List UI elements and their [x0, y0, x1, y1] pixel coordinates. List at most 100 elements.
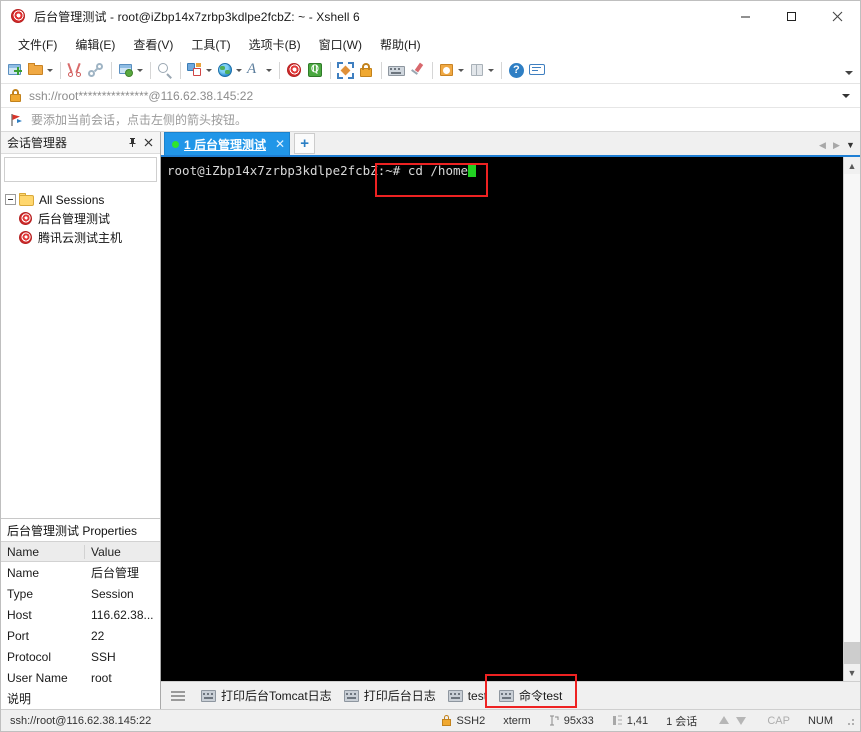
- session-icon: [19, 211, 33, 226]
- menu-view[interactable]: 查看(V): [124, 33, 182, 56]
- resize-grip-icon[interactable]: [844, 715, 856, 727]
- status-indicators: SSH2 xterm 95x33 1,41 1 会话 CAP NUM: [433, 712, 856, 730]
- keyboard-button[interactable]: [386, 58, 407, 82]
- globe-button[interactable]: [215, 58, 245, 82]
- menu-file[interactable]: 文件(F): [9, 33, 66, 56]
- menu-tools[interactable]: 工具(T): [182, 33, 239, 56]
- status-term-type[interactable]: xterm: [494, 712, 540, 730]
- layout-button[interactable]: [467, 58, 497, 82]
- cut-button[interactable]: [65, 58, 86, 82]
- toolbar-separator: [150, 61, 151, 79]
- window-title: 后台管理测试 - root@iZbp14x7zrbp3kdlpe2fcbZ: ~…: [34, 10, 360, 24]
- file-transfer-dropdown[interactable]: [204, 62, 213, 78]
- terminal-screen[interactable]: root@iZbp14x7zrbp3kdlpe2fcbZ:~# cd /home: [161, 157, 843, 681]
- table-row[interactable]: Host 116.62.38...: [1, 604, 160, 625]
- session-manager-panel: 会话管理器 All Sessions 后台管理测试 腾讯云测试主机 后台管理测试…: [1, 132, 177, 709]
- collapse-icon[interactable]: [5, 194, 16, 205]
- status-session-label: 1 会话: [666, 715, 698, 728]
- globe-dropdown[interactable]: [234, 62, 243, 78]
- toolbar-overflow-button[interactable]: [842, 60, 856, 80]
- xshell-button[interactable]: [284, 58, 305, 82]
- highlight-button[interactable]: [407, 58, 428, 82]
- table-row[interactable]: Name 后台管理: [1, 562, 160, 583]
- properties-panel: 后台管理测试 Properties Name Value Name 后台管理 T…: [1, 518, 160, 709]
- search-input[interactable]: [9, 162, 164, 177]
- session-item-0[interactable]: 后台管理测试: [1, 209, 160, 228]
- terminal-scrollbar[interactable]: ▲ ▼: [843, 157, 860, 681]
- session-tree: All Sessions 后台管理测试 腾讯云测试主机: [1, 184, 160, 518]
- layout-dropdown[interactable]: [486, 62, 495, 78]
- status-protocol-label: SSH2: [456, 714, 486, 727]
- table-row[interactable]: Protocol SSH: [1, 646, 160, 667]
- font-dropdown[interactable]: [264, 62, 273, 78]
- status-cursor-position[interactable]: 1,41: [603, 712, 657, 730]
- quick-command-3[interactable]: 命令test: [493, 685, 568, 707]
- find-button[interactable]: [155, 58, 176, 82]
- lock-button[interactable]: [356, 58, 377, 82]
- scroll-down-button[interactable]: ▼: [844, 664, 860, 681]
- quick-command-2[interactable]: test: [442, 685, 493, 707]
- file-transfer-button[interactable]: [185, 58, 215, 82]
- toolbar-separator: [381, 61, 382, 79]
- hamburger-icon[interactable]: [169, 687, 187, 705]
- status-size[interactable]: 95x33: [540, 712, 603, 730]
- session-item-1[interactable]: 腾讯云测试主机: [1, 228, 160, 247]
- tab-close-icon[interactable]: ✕: [275, 137, 285, 151]
- status-cursor-label: 1,41: [626, 714, 649, 727]
- notice-text: 要添加当前会话，点击左侧的箭头按钮。: [31, 113, 248, 127]
- status-protocol[interactable]: SSH2: [433, 712, 494, 730]
- menu-window[interactable]: 窗口(W): [310, 33, 371, 56]
- find-icon: [157, 62, 174, 79]
- property-value: 116.62.38...: [91, 607, 154, 622]
- tab-list-icon[interactable]: ▼: [844, 137, 857, 153]
- address-bar[interactable]: ssh://root***************@116.62.38.145:…: [1, 84, 860, 108]
- close-icon[interactable]: [140, 135, 156, 151]
- quick-command-0[interactable]: 打印后台Tomcat日志: [195, 685, 338, 707]
- record-button[interactable]: [437, 58, 467, 82]
- table-row[interactable]: User Name root: [1, 667, 160, 688]
- minimize-button[interactable]: [722, 1, 768, 32]
- feedback-button[interactable]: [527, 58, 548, 82]
- scrollbar-thumb[interactable]: [844, 642, 860, 664]
- session-properties-dropdown[interactable]: [135, 62, 144, 78]
- session-properties-button[interactable]: [116, 58, 146, 82]
- record-dropdown[interactable]: [456, 62, 465, 78]
- red-flag-icon: [10, 113, 24, 127]
- chevron-down-icon[interactable]: [840, 89, 852, 103]
- help-button[interactable]: ?: [506, 58, 527, 82]
- new-session-button[interactable]: [5, 58, 26, 82]
- close-button[interactable]: [814, 1, 860, 32]
- property-name: Type: [7, 586, 34, 601]
- session-manager-title: 会话管理器: [7, 136, 68, 150]
- keyboard-icon: [447, 689, 463, 702]
- chevron-left-icon[interactable]: ◀: [816, 137, 829, 153]
- fullscreen-button[interactable]: [335, 58, 356, 82]
- lock-icon: [358, 62, 375, 79]
- table-row[interactable]: Port 22: [1, 625, 160, 646]
- chevron-right-icon[interactable]: ▶: [830, 137, 843, 153]
- pin-icon[interactable]: [124, 135, 140, 151]
- maximize-button[interactable]: [768, 1, 814, 32]
- quick-command-1[interactable]: 打印后台日志: [338, 685, 442, 707]
- link-button[interactable]: [86, 58, 107, 82]
- tree-root-all-sessions[interactable]: All Sessions: [1, 190, 160, 209]
- tab-session-1[interactable]: 1 后台管理测试 ✕: [164, 132, 291, 155]
- new-tab-button[interactable]: +: [294, 133, 316, 154]
- menu-edit[interactable]: 编辑(E): [66, 33, 124, 56]
- session-search-box[interactable]: [4, 157, 177, 182]
- scroll-up-button[interactable]: ▲: [844, 157, 860, 174]
- menu-tab[interactable]: 选项卡(B): [240, 33, 310, 56]
- font-button[interactable]: A: [245, 58, 275, 82]
- status-caps-label: CAP: [767, 714, 790, 727]
- open-session-dropdown[interactable]: [45, 62, 54, 78]
- status-session-count[interactable]: 1 会话: [657, 712, 706, 730]
- table-row[interactable]: Type Session: [1, 583, 160, 604]
- scrollbar-track[interactable]: [844, 174, 860, 664]
- table-row[interactable]: 说明: [1, 688, 160, 709]
- menu-help[interactable]: 帮助(H): [371, 33, 430, 56]
- open-session-button[interactable]: [26, 58, 56, 82]
- keyboard-icon: [343, 689, 359, 702]
- toolbar-separator: [432, 61, 433, 79]
- xftp-button[interactable]: ℚ: [305, 58, 326, 82]
- open-session-icon: [28, 62, 45, 79]
